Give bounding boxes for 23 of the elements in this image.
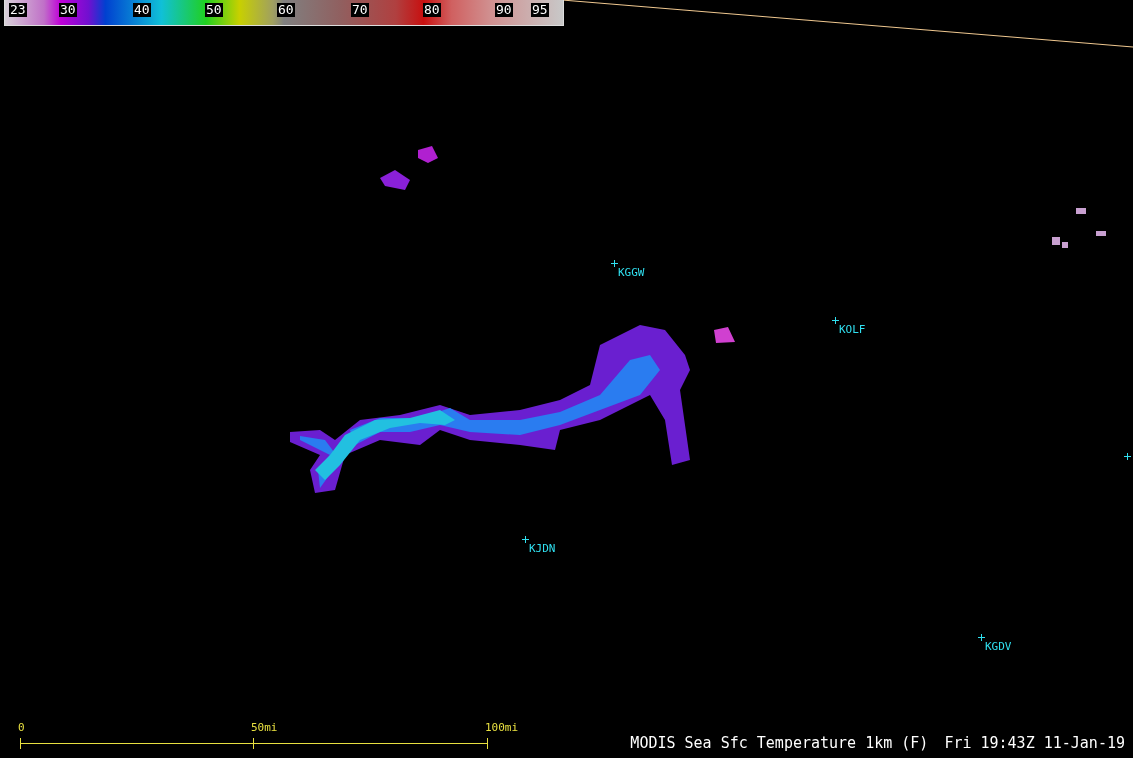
- station-label: KJDN: [529, 543, 556, 555]
- scale-label: 50: [205, 3, 223, 17]
- scale-label: 95: [531, 3, 549, 17]
- product-title: MODIS Sea Sfc Temperature 1km (F): [630, 734, 929, 752]
- scale-label: 100mi: [485, 722, 519, 734]
- scale-label: 40: [133, 3, 151, 17]
- station-marker-icon: [522, 536, 529, 543]
- scale-label: 80: [423, 3, 441, 17]
- station-marker-icon: [1124, 453, 1131, 460]
- station-marker-icon: [832, 317, 839, 324]
- scale-label: 60: [277, 3, 295, 17]
- scale-label: 70: [351, 3, 369, 17]
- station-marker-icon: [611, 260, 618, 267]
- scale-label: 50mi: [251, 722, 278, 734]
- station-label: KGGW: [618, 267, 645, 279]
- scale-label: 0: [18, 722, 25, 734]
- station-label: KGDV: [985, 641, 1012, 653]
- scale-label: 90: [495, 3, 513, 17]
- timestamp: Fri 19:43Z 11-Jan-19: [944, 734, 1125, 752]
- scale-label: 30: [59, 3, 77, 17]
- scale-label: 23: [9, 3, 27, 17]
- station-label: KOLF: [839, 324, 866, 336]
- station-marker-icon: [978, 634, 985, 641]
